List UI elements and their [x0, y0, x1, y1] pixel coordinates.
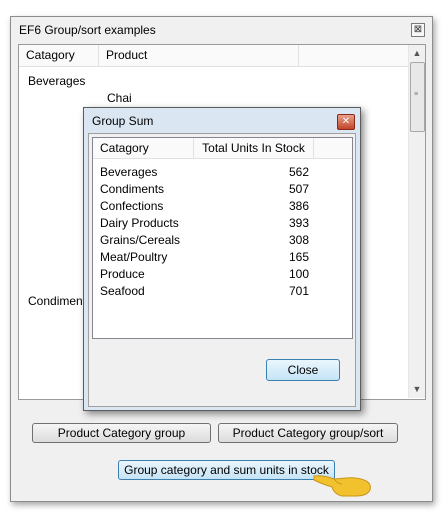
grid-row-category: Confections	[100, 199, 164, 213]
grid-row-total: 308	[288, 233, 309, 247]
column-header-category[interactable]: Catagory	[19, 45, 99, 66]
dialog-title: Group Sum	[92, 114, 154, 128]
grid-row-category: Beverages	[100, 165, 158, 179]
grid-row-total: 507	[288, 182, 309, 196]
list-item[interactable]: Beverages	[28, 74, 85, 88]
pointing-hand-icon	[313, 475, 371, 497]
grid-row-category: Produce	[100, 267, 145, 281]
dialog-close-icon[interactable]: ✕	[337, 114, 355, 130]
grip-icon: ≡	[414, 91, 419, 98]
column-header-total-units[interactable]: Total Units In Stock	[194, 138, 314, 158]
close-icon[interactable]: ⊠	[411, 23, 425, 37]
list-header: Catagory Product	[19, 45, 408, 67]
grid-row-category: Grains/Cereals	[100, 233, 181, 247]
grid-row-category: Condiments	[100, 182, 165, 196]
column-header-product[interactable]: Product	[99, 45, 299, 66]
grid-row-total: 165	[288, 250, 309, 264]
group-sum-dialog: Group Sum ✕ Catagory Total Units In Stoc…	[83, 107, 361, 411]
group-sum-button[interactable]: Group category and sum units in stock	[118, 460, 335, 480]
close-button[interactable]: Close	[266, 359, 340, 381]
grid-row-total: 701	[288, 284, 309, 298]
dialog-body: Catagory Total Units In Stock Beverages …	[88, 133, 356, 407]
vertical-scrollbar[interactable]: ▲ ≡ ▼	[408, 45, 425, 398]
grid-row-total: 386	[288, 199, 309, 213]
scroll-down-icon[interactable]: ▼	[409, 381, 425, 397]
grid-row-category: Seafood	[100, 284, 145, 298]
group-sum-grid[interactable]: Catagory Total Units In Stock Beverages …	[92, 137, 353, 339]
grid-header: Catagory Total Units In Stock	[93, 138, 352, 159]
product-category-group-button[interactable]: Product Category group	[32, 423, 211, 443]
column-header-category[interactable]: Catagory	[93, 138, 194, 158]
grid-row-total: 562	[288, 165, 309, 179]
scroll-thumb[interactable]: ≡	[410, 62, 425, 132]
grid-row-category: Meat/Poultry	[100, 250, 168, 264]
window-title: EF6 Group/sort examples	[19, 23, 156, 37]
product-category-group-sort-button[interactable]: Product Category group/sort	[218, 423, 398, 443]
grid-row-category: Dairy Products	[100, 216, 179, 230]
grid-row-total: 100	[288, 267, 309, 281]
scroll-up-icon[interactable]: ▲	[409, 45, 425, 61]
grid-row-total: 393	[288, 216, 309, 230]
list-item[interactable]: Chai	[107, 91, 132, 105]
